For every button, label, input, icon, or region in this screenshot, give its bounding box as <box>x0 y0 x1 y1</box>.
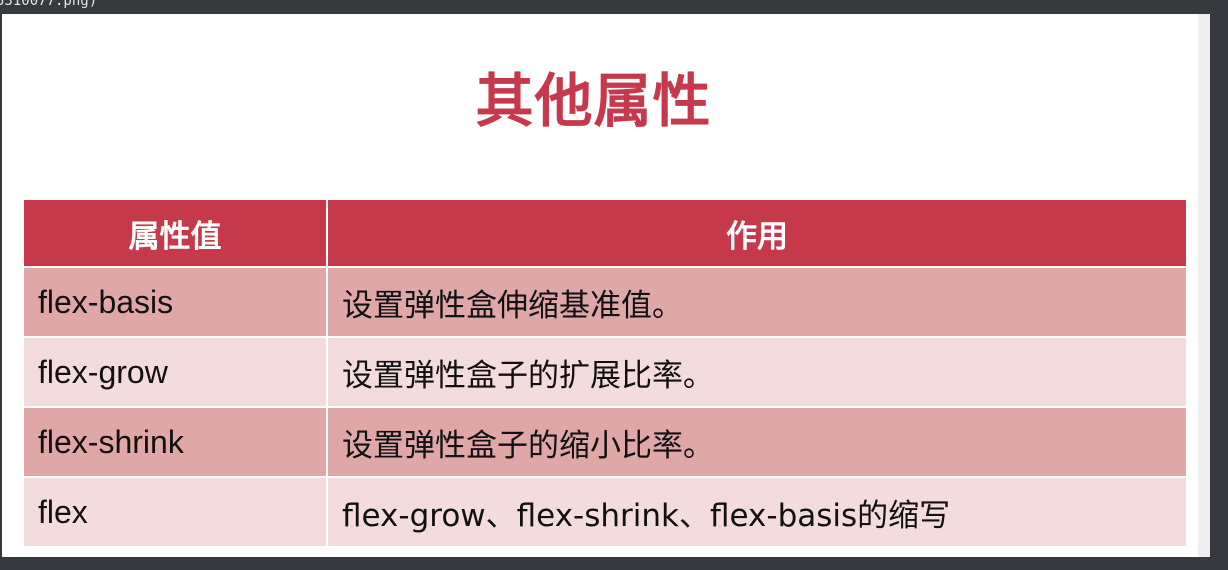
table-row: flex-basis 设置弹性盒伸缩基准值。 <box>22 266 1188 338</box>
property-name-cell: flex <box>22 476 328 548</box>
table-row: flex-grow 设置弹性盒子的扩展比率。 <box>22 336 1188 408</box>
property-description-cell: flex-grow、flex-shrink、flex-basis的缩写 <box>326 476 1188 548</box>
property-description-cell: 设置弹性盒子的缩小比率。 <box>326 406 1188 478</box>
table-row: flex-shrink 设置弹性盒子的缩小比率。 <box>22 406 1188 478</box>
slide-canvas: 其他属性 属性值 作用 flex-basis 设置弹性盒伸缩基准值。 flex-… <box>2 14 1198 557</box>
table-row: flex flex-grow、flex-shrink、flex-basis的缩写 <box>22 476 1188 548</box>
header-function: 作用 <box>326 198 1188 268</box>
scroll-track[interactable] <box>1198 14 1210 557</box>
header-property-value: 属性值 <box>22 198 328 268</box>
properties-table: 属性值 作用 flex-basis 设置弹性盒伸缩基准值。 flex-grow … <box>22 198 1188 548</box>
property-description-cell: 设置弹性盒伸缩基准值。 <box>326 266 1188 338</box>
slide-title: 其他属性 <box>475 67 712 135</box>
property-name-cell: flex-basis <box>22 266 328 338</box>
window-title-text: 5310077.png) <box>0 0 98 9</box>
property-name-cell: flex-shrink <box>22 406 328 478</box>
property-description-cell: 设置弹性盒子的扩展比率。 <box>326 336 1188 408</box>
window-title-bar: 5310077.png) <box>0 0 1228 14</box>
property-name-cell: flex-grow <box>22 336 328 408</box>
table-header-row: 属性值 作用 <box>22 198 1188 268</box>
